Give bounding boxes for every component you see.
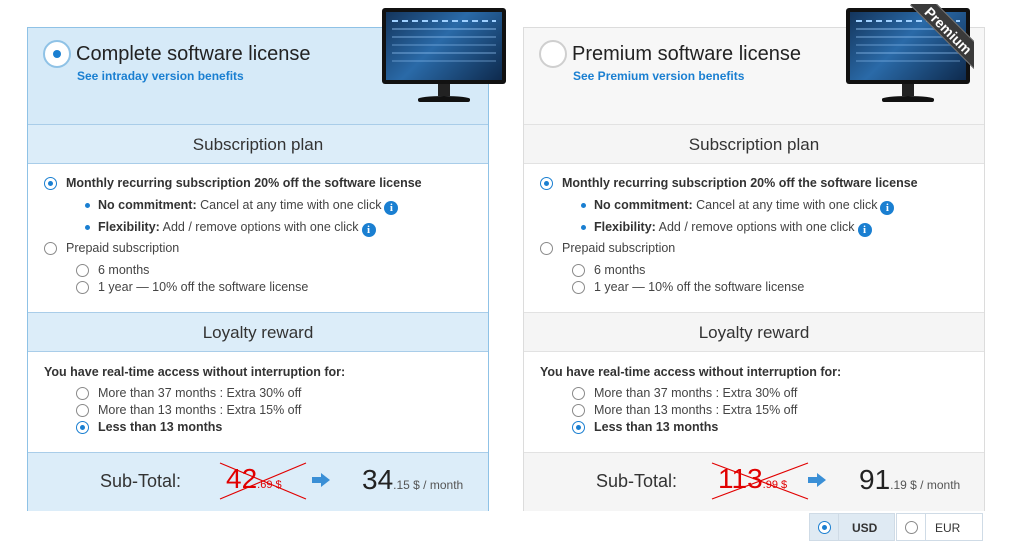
old-price: 42.69 $ (219, 462, 307, 500)
one-year-radio[interactable] (76, 281, 89, 294)
loyalty-less-label: Less than 13 months (98, 420, 223, 434)
benefits-link[interactable]: See Premium version benefits (573, 69, 744, 83)
subscription-plan-options: Monthly recurring subscription 20% off t… (28, 164, 488, 312)
loyalty-37-radio[interactable] (76, 387, 89, 400)
loyalty-intro: You have real-time access without interr… (540, 365, 842, 379)
subscription-plan-heading: Subscription plan (28, 124, 488, 164)
flexibility-text: Add / remove options with one click (162, 220, 359, 234)
monthly-radio[interactable] (44, 177, 57, 190)
premium-ribbon: Premium (910, 4, 974, 69)
subtotal-label: Sub-Total: (596, 471, 678, 491)
prepaid-label: Prepaid subscription (562, 241, 676, 255)
strike-icon (711, 462, 809, 500)
one-year-radio[interactable] (572, 281, 585, 294)
monthly-label: Monthly recurring subscription 20% off t… (562, 176, 918, 190)
license-title: Complete software license (76, 43, 311, 65)
monitor-image (382, 8, 506, 108)
info-icon[interactable]: i (857, 223, 872, 237)
old-price: 113.99 $ (711, 462, 809, 500)
license-card-complete[interactable]: Complete software license See intraday v… (27, 8, 506, 511)
new-price: 91.19 $ / month (859, 464, 960, 496)
new-price: 34.15 $ / month (362, 464, 463, 496)
loyalty-13-radio[interactable] (572, 404, 585, 417)
loyalty-less-radio[interactable] (572, 421, 585, 434)
bullet-icon (581, 225, 586, 230)
info-icon[interactable]: i (361, 223, 376, 237)
subscription-plan-heading: Subscription plan (524, 124, 984, 164)
flexibility-label: Flexibility: (98, 220, 160, 234)
six-months-label: 6 months (594, 263, 646, 277)
loyalty-reward-options: You have real-time access without interr… (28, 352, 488, 452)
loyalty-37-label: More than 37 months : Extra 30% off (594, 386, 798, 400)
no-commitment-label: No commitment: (594, 198, 693, 212)
loyalty-reward-heading: Loyalty reward (524, 312, 984, 352)
prepaid-radio[interactable] (540, 242, 553, 255)
loyalty-13-label: More than 13 months : Extra 15% off (98, 403, 302, 417)
currency-usd-radio[interactable] (818, 521, 831, 534)
no-commitment-label: No commitment: (98, 198, 197, 212)
strike-icon (219, 462, 307, 500)
prepaid-radio[interactable] (44, 242, 57, 255)
license-radio-premium[interactable] (539, 40, 567, 68)
new-price-int: 34 (362, 464, 394, 495)
currency-eur-label: EUR (935, 521, 961, 535)
info-icon[interactable]: i (384, 201, 399, 215)
loyalty-13-radio[interactable] (76, 404, 89, 417)
one-year-label: 1 year — 10% off the software license (594, 280, 805, 294)
info-icon[interactable]: i (880, 201, 895, 215)
license-card-premium[interactable]: Premium software license See Premium ver… (523, 4, 985, 511)
card-header: Premium software license See Premium ver… (524, 4, 984, 124)
six-months-label: 6 months (98, 263, 150, 277)
loyalty-37-label: More than 37 months : Extra 30% off (98, 386, 302, 400)
loyalty-13-label: More than 13 months : Extra 15% off (594, 403, 798, 417)
license-title: Premium software license (572, 43, 801, 65)
subtotal-bar: Sub-Total: 113.99 $ 91.19 $ / month (524, 452, 984, 511)
currency-usd-option[interactable]: USD (809, 513, 895, 541)
no-commitment-text: Cancel at any time with one click (200, 198, 382, 212)
loyalty-intro: You have real-time access without interr… (44, 365, 346, 379)
subtotal-label: Sub-Total: (100, 471, 182, 491)
loyalty-37-radio[interactable] (572, 387, 585, 400)
license-radio-complete[interactable] (43, 40, 71, 68)
bullet-icon (85, 225, 90, 230)
new-price-int: 91 (859, 464, 891, 495)
new-price-dec: .19 $ / month (890, 478, 961, 492)
currency-eur-option[interactable]: EUR (896, 513, 983, 541)
arrow-right-icon (312, 473, 330, 487)
one-year-label: 1 year — 10% off the software license (98, 280, 309, 294)
bullet-icon (581, 203, 586, 208)
loyalty-reward-options: You have real-time access without interr… (524, 352, 984, 452)
monthly-radio[interactable] (540, 177, 553, 190)
currency-eur-radio[interactable] (905, 521, 918, 534)
flexibility-label: Flexibility: (594, 220, 656, 234)
card-header: Complete software license See intraday v… (28, 8, 506, 124)
flexibility-text: Add / remove options with one click (658, 220, 855, 234)
loyalty-reward-heading: Loyalty reward (28, 312, 488, 352)
loyalty-less-label: Less than 13 months (594, 420, 719, 434)
currency-usd-label: USD (852, 521, 878, 535)
prepaid-label: Prepaid subscription (66, 241, 180, 255)
six-months-radio[interactable] (572, 264, 585, 277)
subtotal-bar: Sub-Total: 42.69 $ 34.15 $ / month (28, 452, 488, 511)
subscription-plan-options: Monthly recurring subscription 20% off t… (524, 164, 984, 312)
six-months-radio[interactable] (76, 264, 89, 277)
no-commitment-text: Cancel at any time with one click (696, 198, 878, 212)
loyalty-less-radio[interactable] (76, 421, 89, 434)
benefits-link[interactable]: See intraday version benefits (77, 69, 244, 83)
monitor-image: Premium (846, 4, 974, 108)
monthly-label: Monthly recurring subscription 20% off t… (66, 176, 422, 190)
bullet-icon (85, 203, 90, 208)
new-price-dec: .15 $ / month (393, 478, 464, 492)
arrow-right-icon (808, 473, 826, 487)
